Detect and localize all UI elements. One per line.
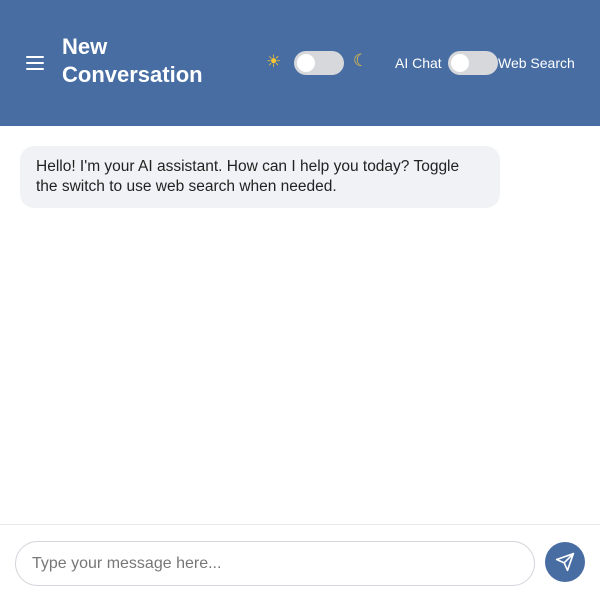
theme-toggle[interactable] bbox=[294, 51, 344, 75]
theme-toggle-knob bbox=[297, 54, 315, 72]
moon-icon: ☾ bbox=[353, 51, 369, 70]
sun-icon: ☀ bbox=[266, 52, 282, 71]
assistant-message: Hello! I'm your AI assistant. How can I … bbox=[20, 146, 500, 208]
message-list: Hello! I'm your AI assistant. How can I … bbox=[0, 126, 600, 524]
page-title: New Conversation bbox=[62, 34, 203, 87]
app-header: New Conversation ☀ ☾ AI Chat Web Search bbox=[0, 0, 600, 126]
send-button[interactable] bbox=[545, 542, 585, 582]
chat-app: New Conversation ☀ ☾ AI Chat Web Search … bbox=[0, 0, 600, 600]
message-input[interactable] bbox=[15, 541, 535, 586]
ai-chat-label: AI Chat bbox=[395, 55, 442, 71]
menu-icon[interactable] bbox=[26, 54, 46, 72]
send-icon bbox=[555, 552, 575, 572]
web-search-toggle[interactable] bbox=[448, 51, 498, 75]
composer bbox=[0, 524, 600, 600]
web-search-toggle-knob bbox=[451, 54, 469, 72]
web-search-label: Web Search bbox=[498, 55, 575, 71]
